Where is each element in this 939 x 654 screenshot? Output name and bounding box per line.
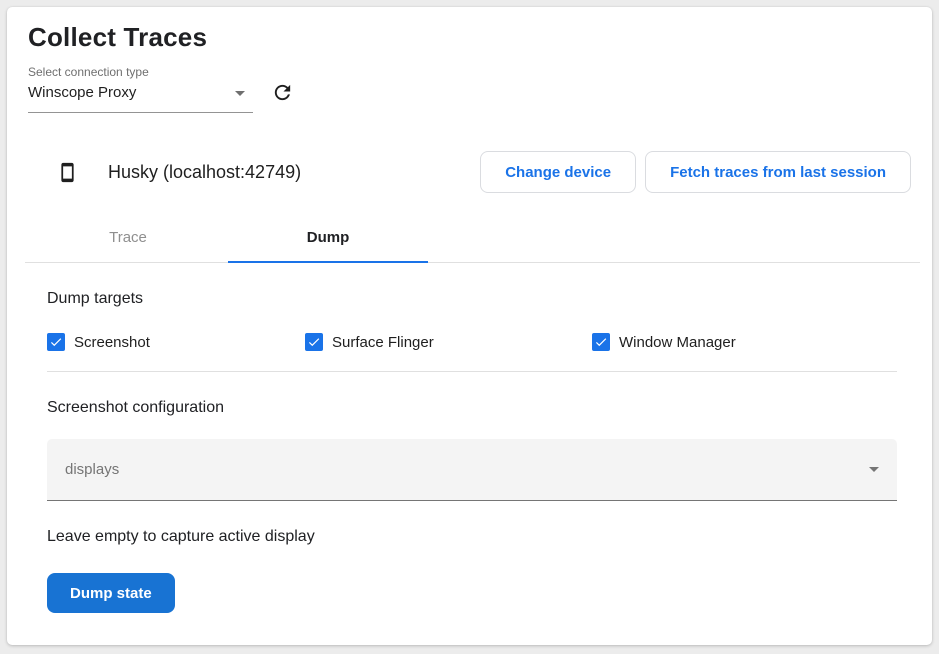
change-device-button[interactable]: Change device <box>480 151 636 193</box>
tab-dump[interactable]: Dump <box>228 213 428 263</box>
dump-targets-heading: Dump targets <box>47 289 897 308</box>
fetch-traces-button[interactable]: Fetch traces from last session <box>645 151 911 193</box>
smartphone-icon <box>57 158 78 187</box>
dump-state-button[interactable]: Dump state <box>47 573 175 613</box>
dropdown-arrow-icon <box>869 467 879 472</box>
page-title: Collect Traces <box>28 22 911 53</box>
screenshot-configuration-heading: Screenshot configuration <box>47 398 897 417</box>
checkbox-label: Screenshot <box>74 334 150 351</box>
checkbox-screenshot[interactable]: Screenshot <box>47 333 305 351</box>
displays-hint-text: Leave empty to capture active display <box>47 528 897 546</box>
collect-traces-card: Collect Traces Select connection type Wi… <box>7 7 932 645</box>
active-tab-ink-bar <box>228 261 428 263</box>
device-name: Husky (localhost:42749) <box>108 162 301 183</box>
refresh-icon <box>271 81 294 107</box>
section-divider <box>47 371 897 372</box>
tab-trace[interactable]: Trace <box>28 213 228 263</box>
connection-type-label: Select connection type <box>28 65 911 79</box>
dump-tab-content: Dump targets Screenshot Surface Flinger … <box>7 289 932 613</box>
dump-targets-row: Screenshot Surface Flinger Window Manage… <box>47 333 897 351</box>
checkbox-surface-flinger[interactable]: Surface Flinger <box>305 333 592 351</box>
displays-select[interactable]: displays <box>47 439 897 501</box>
checkbox-checked-icon <box>592 333 610 351</box>
connection-row: Winscope Proxy <box>28 84 911 113</box>
checkbox-label: Window Manager <box>619 334 736 351</box>
chevron-down-icon <box>235 91 245 96</box>
displays-select-label: displays <box>65 461 119 478</box>
device-row: Husky (localhost:42749) Change device Fe… <box>28 151 911 193</box>
checkbox-window-manager[interactable]: Window Manager <box>592 333 736 351</box>
checkbox-checked-icon <box>305 333 323 351</box>
checkbox-checked-icon <box>47 333 65 351</box>
connection-type-value: Winscope Proxy <box>28 84 136 102</box>
tab-dump-label: Dump <box>307 229 350 246</box>
checkbox-label: Surface Flinger <box>332 334 434 351</box>
connection-type-select[interactable]: Winscope Proxy <box>28 84 253 113</box>
refresh-button[interactable] <box>269 81 295 107</box>
tab-bar: Trace Dump <box>28 213 911 263</box>
